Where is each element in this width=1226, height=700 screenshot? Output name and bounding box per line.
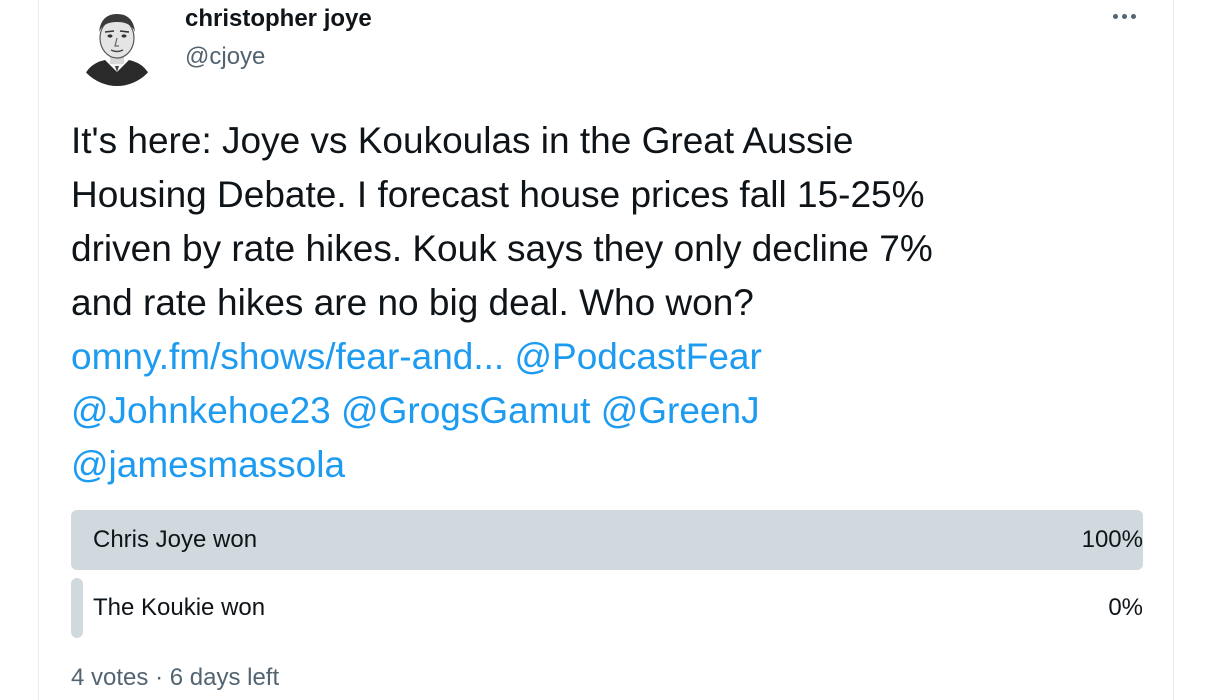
mention-greenj[interactable]: @GreenJ [601, 390, 760, 431]
mention-johnkehoe23[interactable]: @Johnkehoe23 [71, 390, 331, 431]
podcast-link[interactable]: omny.fm/shows/fear-and... [71, 336, 504, 377]
poll-option-label: Chris Joye won [93, 526, 258, 553]
poll-option-percent: 0% [1108, 594, 1143, 621]
poll-time-left: 6 days left [169, 664, 280, 691]
avatar-portrait-icon [75, 2, 159, 86]
poll-separator: · [155, 664, 164, 691]
poll-option-2: The Koukie won 0% [71, 578, 1143, 638]
tweet-text-line: driven by rate hikes. Kouk says they onl… [71, 228, 933, 269]
tweet-card: christopher joye @cjoye It's here: Joye … [38, 0, 1174, 700]
tweet-mentions-line: @Johnkehoe23 @GrogsGamut @GreenJ [71, 384, 1131, 438]
tweet-links-line: omny.fm/shows/fear-and... @PodcastFear [71, 330, 1131, 384]
poll-option-percent: 100% [1081, 526, 1143, 553]
author-handle[interactable]: @cjoye [185, 43, 265, 71]
poll-result-bar [71, 578, 83, 638]
author-display-name[interactable]: christopher joye [185, 5, 372, 33]
mention-grogsgamut[interactable]: @GrogsGamut [341, 390, 590, 431]
mention-jamesmassola[interactable]: @jamesmassola [71, 444, 345, 485]
poll-option-label: The Koukie won [93, 594, 266, 621]
poll-option-1: Chris Joye won 100% [71, 510, 1143, 570]
mention-podcastfear[interactable]: @PodcastFear [514, 336, 761, 377]
tweet-text-line: and rate hikes are no big deal. Who won? [71, 282, 754, 323]
poll-meta: 4 votes · 6 days left [71, 664, 279, 692]
tweet-mentions-line: @jamesmassola [71, 438, 1131, 492]
tweet-text-line: It's here: Joye vs Koukoulas in the Grea… [71, 120, 854, 161]
more-options-icon[interactable] [1105, 0, 1145, 30]
tweet-text: It's here: Joye vs Koukoulas in the Grea… [71, 114, 1131, 492]
poll-vote-count: 4 votes [71, 664, 149, 691]
author-avatar[interactable] [75, 2, 159, 86]
tweet-text-line: Housing Debate. I forecast house prices … [71, 174, 925, 215]
